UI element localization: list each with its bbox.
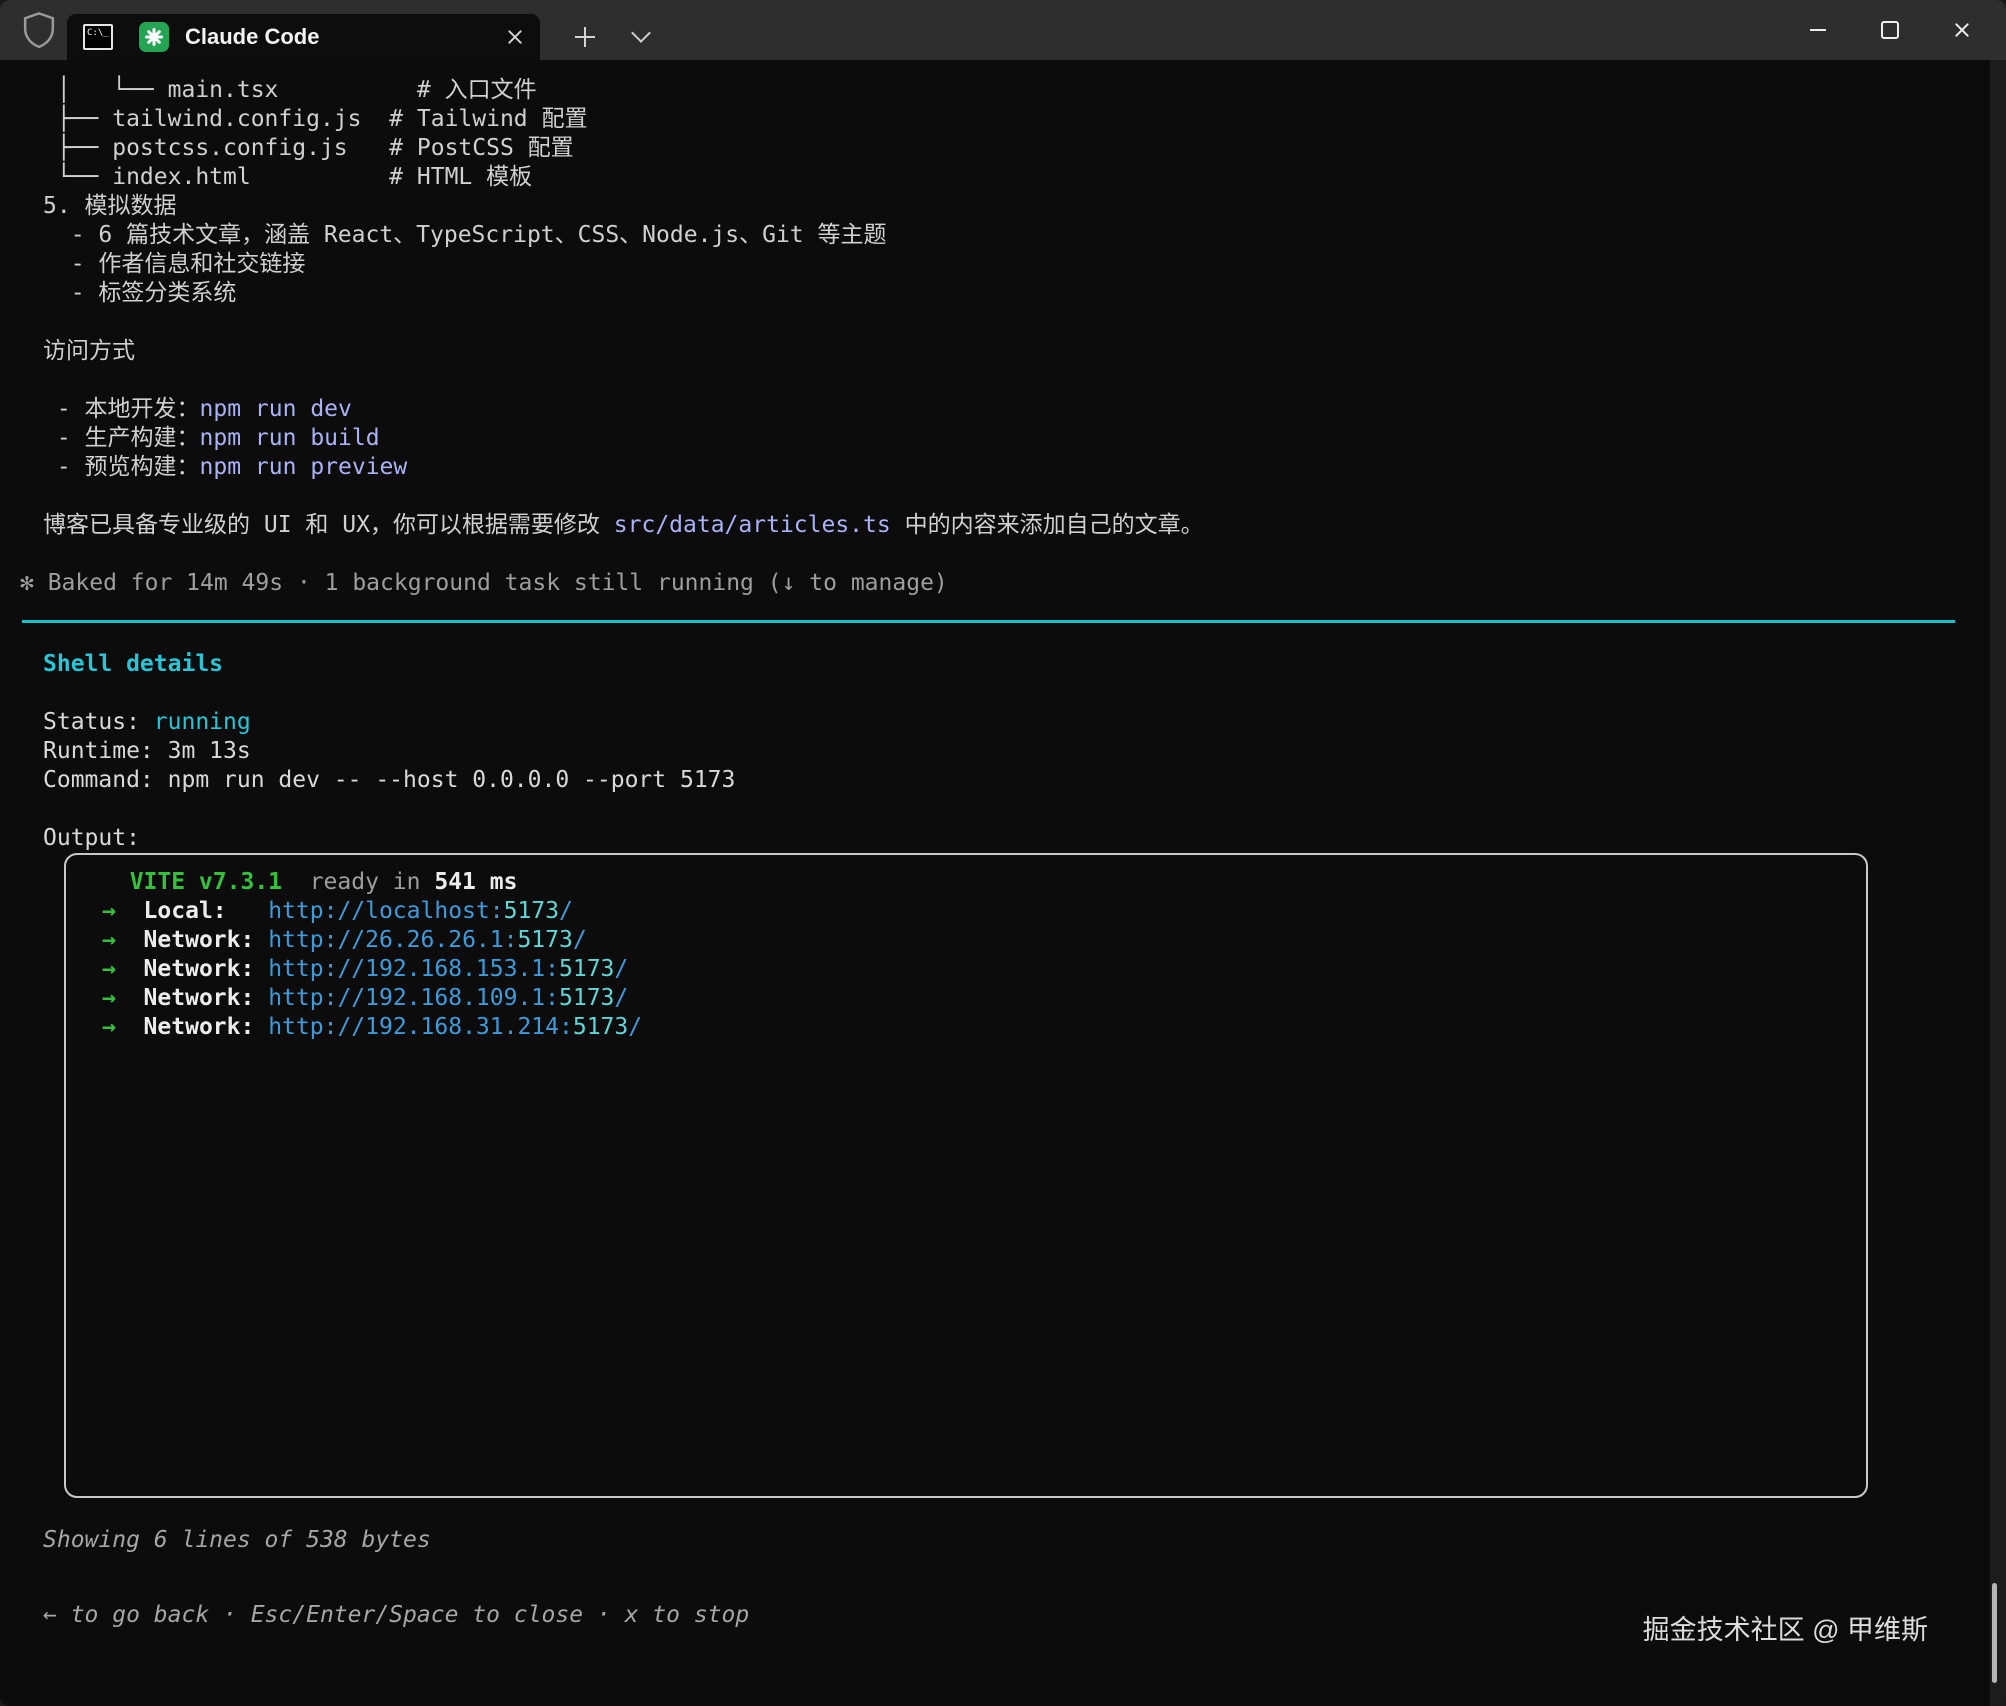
terminal-line: ├── tailwind.config.js # Tailwind 配置 <box>43 105 1990 134</box>
terminal-line: → Network: http://192.168.109.1:5173/ <box>102 984 1846 1013</box>
shield-icon <box>22 12 56 48</box>
terminal-line: ✻ Baked for 14m 49s · 1 background task … <box>20 569 1990 598</box>
terminal-line <box>43 540 1990 569</box>
terminal-content[interactable]: │ └── main.tsx # 入口文件 ├── tailwind.confi… <box>0 60 1990 1706</box>
chevron-down-icon[interactable] <box>631 23 651 43</box>
section-separator <box>22 620 1955 623</box>
minimize-button[interactable] <box>1782 0 1854 60</box>
terminal-line: VITE v7.3.1 ready in 541 ms <box>102 868 1846 897</box>
terminal-line: Status: running <box>43 708 1990 737</box>
terminal-line <box>43 482 1990 511</box>
terminal-line: ├── postcss.config.js # PostCSS 配置 <box>43 134 1990 163</box>
close-button[interactable] <box>1926 0 1998 60</box>
terminal-line <box>43 679 1990 708</box>
watermark: 掘金技术社区 @ 甲维斯 <box>1643 1608 1928 1647</box>
terminal-line: - 生产构建：npm run build <box>43 424 1990 453</box>
terminal-line <box>43 795 1990 824</box>
window-controls <box>1782 0 1998 60</box>
terminal-line: └── index.html # HTML 模板 <box>43 163 1990 192</box>
claude-code-icon <box>139 22 169 52</box>
scrollbar-thumb[interactable] <box>1992 1583 1997 1683</box>
terminal-line: Showing 6 lines of 538 bytes <box>43 1526 1990 1555</box>
terminal-line: - 作者信息和社交链接 <box>43 250 1990 279</box>
terminal-line: 5. 模拟数据 <box>43 192 1990 221</box>
maximize-button[interactable] <box>1854 0 1926 60</box>
terminal-line: │ └── main.tsx # 入口文件 <box>43 76 1990 105</box>
terminal-line: Runtime: 3m 13s <box>43 737 1990 766</box>
terminal-line: - 标签分类系统 <box>43 279 1990 308</box>
terminal-line: - 6 篇技术文章，涵盖 React、TypeScript、CSS、Node.j… <box>43 221 1990 250</box>
output-box: VITE v7.3.1 ready in 541 ms→ Local: http… <box>64 853 1868 1498</box>
terminal-line: - 本地开发：npm run dev <box>43 395 1990 424</box>
tab-claude-code[interactable]: C:\_ Claude Code <box>67 14 540 60</box>
terminal-line: 博客已具备专业级的 UI 和 UX，你可以根据需要修改 src/data/art… <box>43 511 1990 540</box>
terminal-window: C:\_ Claude Code │ └── main.tsx # 入口文件 ├… <box>0 0 2006 1706</box>
terminal-line: → Network: http://192.168.31.214:5173/ <box>102 1013 1846 1042</box>
terminal-line: 访问方式 <box>43 337 1990 366</box>
terminal-line: → Local: http://localhost:5173/ <box>102 897 1846 926</box>
new-tab-button[interactable] <box>568 22 602 52</box>
terminal-line: - 预览构建：npm run preview <box>43 453 1990 482</box>
terminal-line: → Network: http://192.168.153.1:5173/ <box>102 955 1846 984</box>
terminal-line: → Network: http://26.26.26.1:5173/ <box>102 926 1846 955</box>
terminal-line: Command: npm run dev -- --host 0.0.0.0 -… <box>43 766 1990 795</box>
terminal-line: Output: <box>43 824 1990 853</box>
title-bar: C:\_ Claude Code <box>0 0 2006 60</box>
terminal-line <box>43 308 1990 337</box>
scrollbar-track <box>1990 60 2006 1706</box>
cmd-terminal-icon: C:\_ <box>83 24 113 50</box>
terminal-line: Shell details <box>43 650 1990 679</box>
tab-title: Claude Code <box>185 24 506 50</box>
tab-close-icon[interactable] <box>506 28 524 46</box>
terminal-line <box>43 366 1990 395</box>
